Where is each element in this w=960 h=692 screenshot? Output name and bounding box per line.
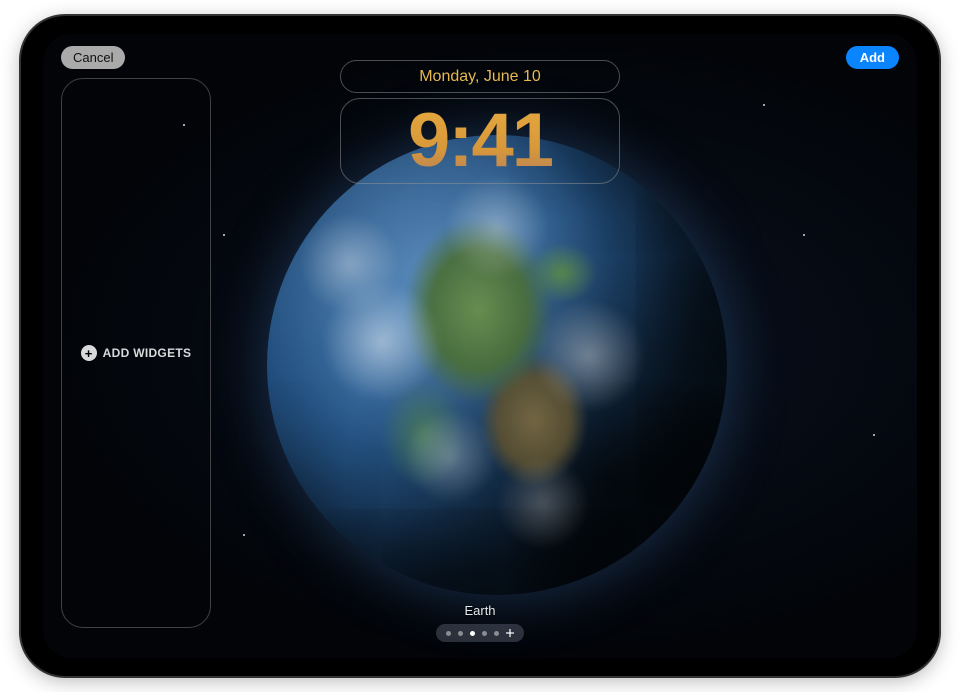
time-widget-slot[interactable]: 9:41 xyxy=(340,98,620,184)
pager-dot[interactable] xyxy=(494,631,499,636)
widget-panel[interactable]: + ADD WIDGETS xyxy=(61,78,211,628)
background-star xyxy=(873,434,875,436)
add-widgets-label: ADD WIDGETS xyxy=(103,346,192,360)
background-star xyxy=(803,234,805,236)
clock-time: 9:41 xyxy=(408,103,552,179)
wallpaper-pager[interactable] xyxy=(436,624,524,642)
wallpaper-name-label: Earth xyxy=(464,603,495,618)
ipad-device-frame: Cancel Add Monday, June 10 9:41 + ADD WI… xyxy=(21,16,939,676)
pager-dot-active[interactable] xyxy=(470,631,475,636)
date-widget-slot[interactable]: Monday, June 10 xyxy=(340,60,620,93)
date-text: Monday, June 10 xyxy=(419,68,541,86)
wallpaper-earth xyxy=(267,135,727,595)
background-star xyxy=(223,234,225,236)
cancel-button[interactable]: Cancel xyxy=(61,46,125,69)
pager-dot[interactable] xyxy=(482,631,487,636)
lock-screen-editor: Cancel Add Monday, June 10 9:41 + ADD WI… xyxy=(43,34,917,658)
pager-dot[interactable] xyxy=(446,631,451,636)
plus-circle-icon: + xyxy=(81,345,97,361)
pager-add-icon[interactable] xyxy=(506,629,514,637)
add-button[interactable]: Add xyxy=(846,46,899,69)
pager-dot[interactable] xyxy=(458,631,463,636)
add-widgets-button[interactable]: + ADD WIDGETS xyxy=(81,345,192,361)
background-star xyxy=(243,534,245,536)
background-star xyxy=(763,104,765,106)
